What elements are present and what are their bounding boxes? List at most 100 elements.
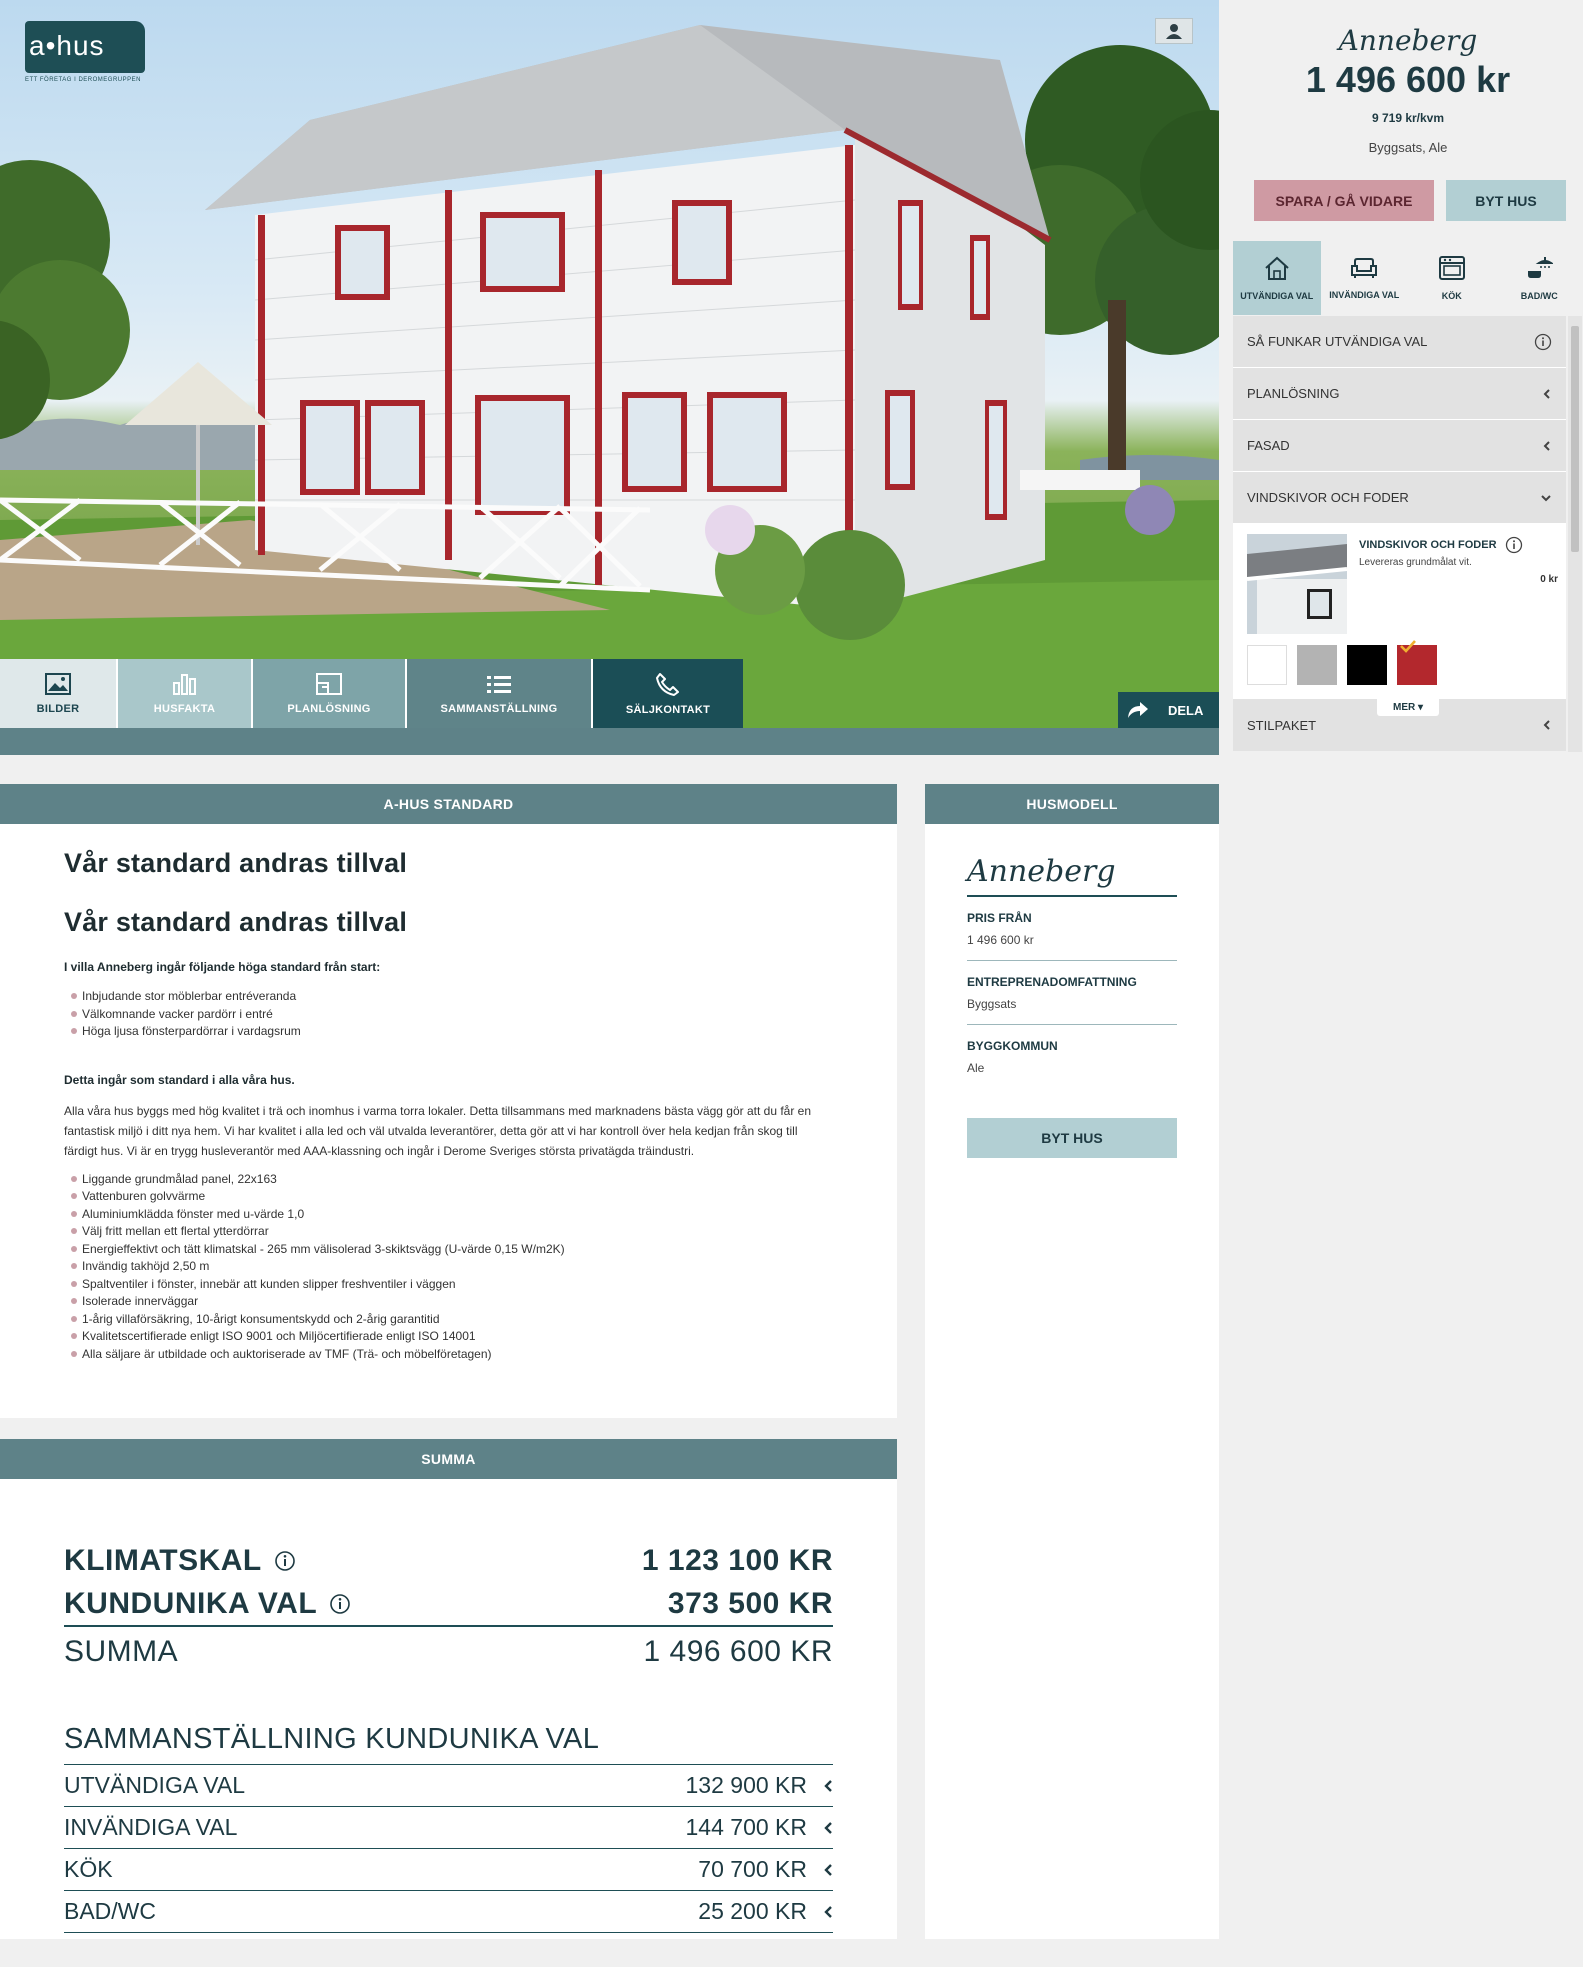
- swatch-black[interactable]: [1347, 645, 1387, 685]
- tab-utvandiga-val[interactable]: UTVÄNDIGA VAL: [1233, 241, 1321, 315]
- husmodell-name: Anneberg: [967, 854, 1177, 897]
- breakdown-value: 70 700 KR: [698, 1856, 807, 1882]
- chevron-left-icon: [824, 1821, 832, 1834]
- swatch-red-selected[interactable]: [1397, 640, 1437, 685]
- sidebar-price-per-kvm: 9 719 kr/kvm: [1371, 111, 1445, 125]
- breakdown-row-invandiga[interactable]: INVÄNDIGA VAL 144 700 KR: [64, 1806, 833, 1848]
- summa-panel: KLIMATSKAL 1 123 100 KR KUNDUNIKA VAL 37…: [0, 1479, 897, 1939]
- info-icon[interactable]: [1505, 536, 1523, 554]
- info-icon[interactable]: [274, 1550, 296, 1572]
- accordion-planlosning[interactable]: PLANLÖSNING: [1233, 368, 1566, 420]
- tab-bad-wc[interactable]: BAD/WC: [1496, 241, 1583, 315]
- accordion-label: VINDSKIVOR OCH FODER: [1247, 490, 1409, 505]
- tab-label: UTVÄNDIGA VAL: [1240, 291, 1314, 301]
- klimatskal-value: 1 123 100 KR: [641, 1544, 833, 1577]
- standard-list: Liggande grundmålad panel, 22x163 Vatten…: [64, 1171, 833, 1364]
- list-item: Kvalitetscertifierade enligt ISO 9001 oc…: [64, 1328, 833, 1346]
- breakdown-label: BAD/WC: [64, 1898, 156, 1924]
- list-item: Spaltventiler i fönster, innebär att kun…: [64, 1276, 833, 1294]
- husmodell-section-header: HUSMODELL: [925, 784, 1219, 824]
- list-item: Aluminiumklädda fönster med u-värde 1,0: [64, 1206, 833, 1224]
- summa-label: SUMMA: [64, 1635, 179, 1668]
- house-icon: [1265, 256, 1289, 280]
- option-price: 0 kr: [1540, 574, 1558, 585]
- list-item: Energieffektivt och tätt klimatskal - 26…: [64, 1241, 833, 1259]
- tab-bilder[interactable]: BILDER: [0, 659, 118, 728]
- breakdown-row-kok[interactable]: KÖK 70 700 KR: [64, 1848, 833, 1890]
- shower-icon: [1528, 257, 1554, 278]
- standard-section-header: A-HUS STANDARD: [0, 784, 897, 824]
- phone-icon: [656, 672, 679, 696]
- tab-invandiga-val[interactable]: INVÄNDIGA VAL: [1321, 241, 1409, 315]
- accordion-stilpaket[interactable]: STILPAKET MER ▾: [1233, 698, 1566, 751]
- sidebar-accordion: SÅ FUNKAR UTVÄNDIGA VAL PLANLÖSNING FASA…: [1233, 316, 1566, 752]
- summa-row: SUMMA 1 496 600 KR: [64, 1627, 833, 1677]
- chevron-left-icon: [824, 1863, 832, 1876]
- tab-husfakta[interactable]: HUSFAKTA: [118, 659, 253, 728]
- hero-image: a•hus ETT FÖRETAG I DEROMEGRUPPEN BILDER: [0, 0, 1219, 728]
- intro-list: Inbjudande stor möblerbar entréveranda V…: [64, 988, 833, 1041]
- breakdown-label: INVÄNDIGA VAL: [64, 1814, 238, 1840]
- hero-bottom-strip: [0, 728, 1219, 755]
- sidebar-action-buttons: SPARA / GÅ VIDARE BYT HUS: [1254, 180, 1566, 221]
- list-item: Välj fritt mellan ett flertal ytterdörra…: [64, 1223, 833, 1241]
- kundunika-label: KUNDUNIKA VAL: [64, 1587, 318, 1620]
- breakdown-row-bad[interactable]: BAD/WC 25 200 KR: [64, 1890, 833, 1932]
- checkmark-icon: [1400, 640, 1416, 653]
- spara-button[interactable]: SPARA / GÅ VIDARE: [1254, 180, 1434, 221]
- accordion-sa-funkar[interactable]: SÅ FUNKAR UTVÄNDIGA VAL: [1233, 316, 1566, 368]
- tab-kok[interactable]: KÖK: [1408, 241, 1496, 315]
- vindskivor-thumbnail: [1247, 534, 1347, 634]
- chevron-left-icon: [824, 1779, 832, 1792]
- tab-sammanstallning[interactable]: SAMMANSTÄLLNING: [407, 659, 593, 728]
- byt-hus-button[interactable]: BYT HUS: [967, 1118, 1177, 1158]
- user-account-button[interactable]: [1155, 18, 1193, 44]
- page: a•hus ETT FÖRETAG I DEROMEGRUPPEN BILDER: [0, 0, 1583, 1967]
- list-item: Alla säljare är utbildade och auktoriser…: [64, 1346, 833, 1364]
- chevron-left-icon: [1543, 388, 1550, 399]
- scrollbar-thumb[interactable]: [1571, 326, 1579, 552]
- tab-bilder-label: BILDER: [36, 702, 80, 715]
- sidebar-scrollbar[interactable]: [1568, 316, 1582, 752]
- breakdown-title: SAMMANSTÄLLNING KUNDUNIKA VAL: [64, 1723, 600, 1755]
- mer-toggle-button[interactable]: MER ▾: [1377, 698, 1439, 716]
- entreprenad-label: ENTREPRENADOMFATTNING: [967, 975, 1137, 989]
- kundunika-value: 373 500 KR: [667, 1587, 833, 1620]
- house-illustration: [0, 25, 1219, 728]
- accordion-label: SÅ FUNKAR UTVÄNDIGA VAL: [1247, 334, 1428, 349]
- tab-label: INVÄNDIGA VAL: [1329, 290, 1400, 300]
- byt-hus-sidebar-button[interactable]: BYT HUS: [1446, 180, 1566, 221]
- swatch-white[interactable]: [1247, 645, 1287, 685]
- configurator-sidebar: Anneberg 1 496 600 kr 9 719 kr/kvm Byggs…: [1233, 0, 1583, 752]
- standard-paragraph: Alla våra hus byggs med hög kvalitet i t…: [64, 1103, 812, 1158]
- share-button[interactable]: DELA: [1118, 692, 1219, 728]
- info-icon[interactable]: [1534, 333, 1552, 351]
- standard-panel: Vår standard andras tillval Vår standard…: [0, 824, 897, 1418]
- tab-label: KÖK: [1441, 291, 1462, 301]
- breakdown-list: UTVÄNDIGA VAL 132 900 KR INVÄNDIGA VAL 1…: [64, 1764, 833, 1933]
- list-item: Höga ljusa fönsterpardörrar i vardagsrum: [64, 1023, 833, 1041]
- standard-heading-2: Vår standard andras tillval: [64, 907, 408, 937]
- list-item: Välkomnande vacker pardörr i entré: [64, 1006, 833, 1024]
- accordion-vindskivor[interactable]: VINDSKIVOR OCH FODER: [1233, 472, 1566, 524]
- pris-value: 1 496 600 kr: [967, 933, 1177, 961]
- accordion-fasad[interactable]: FASAD: [1233, 420, 1566, 472]
- tab-saljkontakt[interactable]: SÄLJKONTAKT: [593, 659, 743, 728]
- info-icon[interactable]: [329, 1593, 351, 1615]
- kundunika-row: KUNDUNIKA VAL 373 500 KR: [64, 1583, 833, 1627]
- list-item: Isolerade innerväggar: [64, 1293, 833, 1311]
- accordion-label: PLANLÖSNING: [1247, 386, 1340, 401]
- sidebar-price: 1 496 600 kr: [1305, 59, 1511, 100]
- list-item: Liggande grundmålad panel, 22x163: [64, 1171, 833, 1189]
- chevron-left-icon: [1543, 440, 1550, 451]
- list-item: 1-årig villaförsäkring, 10-årigt konsume…: [64, 1311, 833, 1329]
- tab-planlosning[interactable]: PLANLÖSNING: [253, 659, 407, 728]
- chevron-left-icon: [824, 1905, 832, 1918]
- ahus-logo[interactable]: a•hus ETT FÖRETAG I DEROMEGRUPPEN: [25, 21, 145, 83]
- swatch-grey[interactable]: [1297, 645, 1337, 685]
- list-item: Inbjudande stor möblerbar entréveranda: [64, 988, 833, 1006]
- breakdown-row-utvandiga[interactable]: UTVÄNDIGA VAL 132 900 KR: [64, 1764, 833, 1806]
- tab-sammanstallning-label: SAMMANSTÄLLNING: [440, 702, 558, 715]
- byggkommun-label: BYGGKOMMUN: [967, 1039, 1058, 1053]
- sidebar-category-tabs: UTVÄNDIGA VAL INVÄNDIGA VAL KÖK BAD/WC: [1233, 241, 1583, 315]
